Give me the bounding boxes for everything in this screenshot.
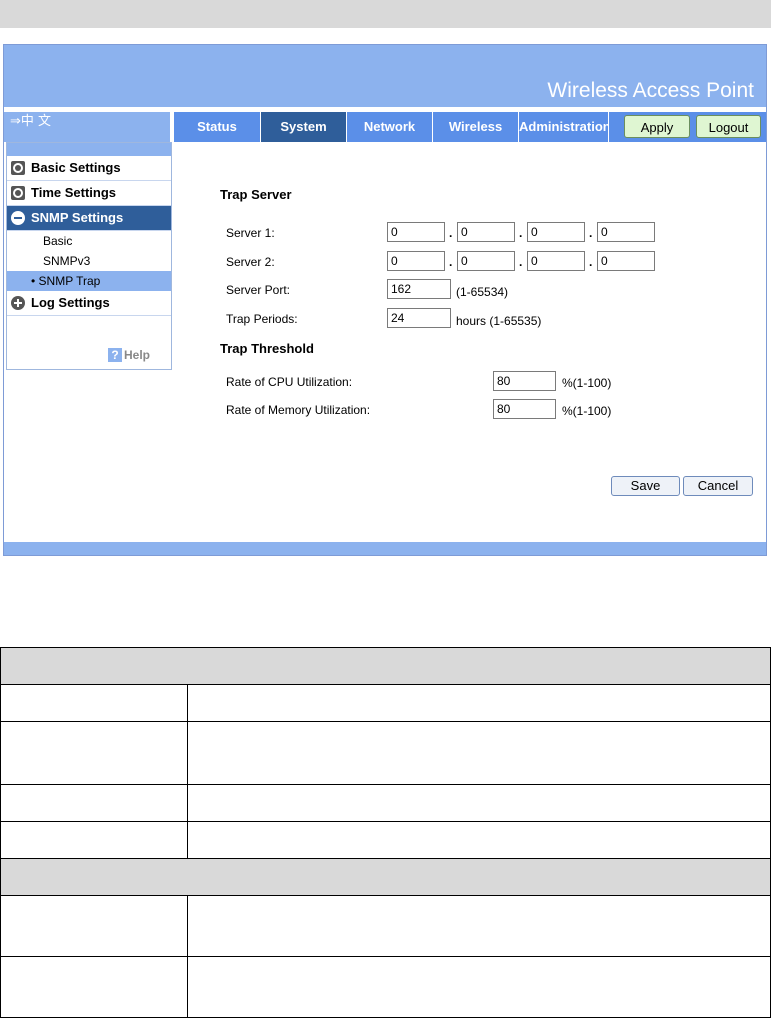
table-section-row xyxy=(0,647,771,685)
table-cell xyxy=(187,956,771,1018)
menu-time-settings[interactable]: Time Settings xyxy=(7,181,171,206)
server2-octet1-input[interactable] xyxy=(387,251,445,271)
table-row xyxy=(0,956,771,1018)
dot-separator: . xyxy=(449,226,453,240)
table-row xyxy=(0,784,771,822)
memory-rate-label: Rate of Memory Utilization: xyxy=(226,403,371,417)
server1-octet3-input[interactable] xyxy=(527,222,585,242)
memory-rate-hint: %(1-100) xyxy=(562,404,612,418)
menu-label: Basic Settings xyxy=(31,160,121,175)
logout-button[interactable]: Logout xyxy=(696,115,761,138)
table-row xyxy=(0,821,771,859)
submenu-snmpv3[interactable]: SNMPv3 xyxy=(7,251,171,271)
circle-icon xyxy=(11,161,25,175)
server1-octet1-input[interactable] xyxy=(387,222,445,242)
table-row xyxy=(0,721,771,785)
server2-octet4-input[interactable] xyxy=(597,251,655,271)
table-section-row xyxy=(0,858,771,896)
tab-system[interactable]: System xyxy=(261,112,347,142)
banner: Wireless Access Point xyxy=(4,45,766,107)
dot-separator: . xyxy=(589,226,593,240)
trap-periods-label: Trap Periods: xyxy=(226,312,298,326)
menu-label: Time Settings xyxy=(31,185,117,200)
cpu-rate-input[interactable] xyxy=(493,371,556,391)
plus-icon xyxy=(11,296,25,310)
table-cell xyxy=(187,684,771,722)
dot-separator: . xyxy=(589,255,593,269)
help-label: Help xyxy=(124,348,151,362)
sidebar: Basic Settings Time Settings SNMP Settin… xyxy=(6,142,172,370)
table-cell xyxy=(0,895,188,957)
memory-rate-input[interactable] xyxy=(493,399,556,419)
server-port-hint: (1-65534) xyxy=(456,285,509,299)
tab-wireless[interactable]: Wireless xyxy=(433,112,519,142)
server-port-input[interactable] xyxy=(387,279,451,299)
table-row xyxy=(0,895,771,957)
sidebar-header xyxy=(7,143,171,156)
table-row xyxy=(0,684,771,722)
table-cell xyxy=(187,895,771,957)
server1-label: Server 1: xyxy=(226,226,275,240)
server1-octet2-input[interactable] xyxy=(457,222,515,242)
server1-octet4-input[interactable] xyxy=(597,222,655,242)
cpu-rate-label: Rate of CPU Utilization: xyxy=(226,375,353,389)
menu-basic-settings[interactable]: Basic Settings xyxy=(7,156,171,181)
menu-snmp-settings[interactable]: SNMP Settings xyxy=(7,206,171,231)
cpu-rate-hint: %(1-100) xyxy=(562,376,612,390)
table-cell xyxy=(187,721,771,785)
server2-octet2-input[interactable] xyxy=(457,251,515,271)
tab-network[interactable]: Network xyxy=(347,112,433,142)
footer-bar xyxy=(4,542,766,555)
table-cell xyxy=(0,821,188,859)
dot-separator: . xyxy=(519,255,523,269)
apply-button[interactable]: Apply xyxy=(624,115,690,138)
top-strip xyxy=(0,0,771,28)
table-cell xyxy=(0,647,771,685)
language-link[interactable]: ⇒中 文 xyxy=(4,112,170,142)
minus-icon xyxy=(11,211,25,225)
help-link[interactable]: ? Help xyxy=(108,348,150,362)
menu-label: Log Settings xyxy=(31,295,110,310)
server2-label: Server 2: xyxy=(226,255,275,269)
cancel-button[interactable]: Cancel xyxy=(683,476,753,496)
trap-periods-input[interactable] xyxy=(387,308,451,328)
table-cell xyxy=(187,821,771,859)
table-cell xyxy=(0,956,188,1018)
dot-separator: . xyxy=(519,226,523,240)
submenu-snmp-trap[interactable]: • SNMP Trap xyxy=(7,271,171,291)
save-button[interactable]: Save xyxy=(611,476,680,496)
table-cell xyxy=(0,721,188,785)
table-cell xyxy=(187,784,771,822)
trap-periods-hint: hours (1-65535) xyxy=(456,314,542,328)
server-port-label: Server Port: xyxy=(226,283,291,297)
trap-server-heading: Trap Server xyxy=(220,187,292,202)
trap-threshold-heading: Trap Threshold xyxy=(220,341,314,356)
circle-icon xyxy=(11,186,25,200)
menu-label: SNMP Settings xyxy=(31,210,124,225)
tab-status[interactable]: Status xyxy=(174,112,261,142)
table-cell xyxy=(0,684,188,722)
table-cell xyxy=(0,858,771,896)
router-admin-window: Wireless Access Point ⇒中 文 Status System… xyxy=(3,44,767,556)
server2-octet3-input[interactable] xyxy=(527,251,585,271)
dot-separator: . xyxy=(449,255,453,269)
table-cell xyxy=(0,784,188,822)
help-icon: ? xyxy=(108,348,122,362)
menu-log-settings[interactable]: Log Settings xyxy=(7,291,171,316)
banner-title: Wireless Access Point xyxy=(547,79,754,102)
description-table xyxy=(0,647,771,1018)
submenu-basic[interactable]: Basic xyxy=(7,231,171,251)
tab-administration[interactable]: Administration xyxy=(519,112,611,142)
